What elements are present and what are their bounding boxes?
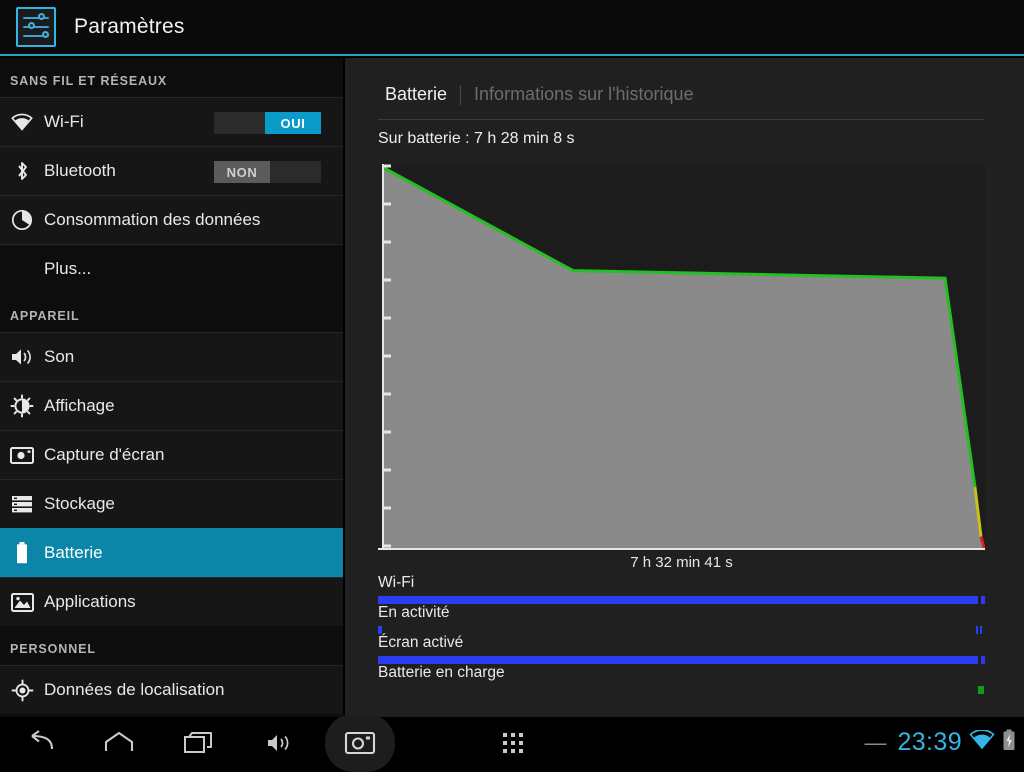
bluetooth-toggle-label: NON — [214, 161, 270, 183]
sidebar-section-personal: PERSONNEL — [10, 642, 96, 656]
sidebar-item-label: Applications — [44, 592, 136, 611]
history-track — [378, 626, 985, 634]
sidebar-item-applications[interactable]: Applications — [0, 577, 343, 626]
storage-icon — [0, 494, 44, 514]
battery-charging-icon — [1002, 729, 1016, 756]
location-icon — [0, 679, 44, 702]
recents-icon[interactable] — [170, 717, 228, 768]
status-clock[interactable]: 23:39 — [897, 728, 962, 757]
wifi-toggle[interactable]: OUI — [214, 112, 321, 134]
sidebar-item-display[interactable]: Affichage — [0, 381, 343, 430]
history-segment — [981, 656, 985, 664]
history-row-label: Wi-Fi — [378, 574, 415, 591]
bluetooth-toggle[interactable]: NON — [214, 161, 321, 183]
history-track — [378, 596, 985, 604]
apps-image-icon — [0, 592, 44, 613]
sidebar-item-sound[interactable]: Son — [0, 332, 343, 381]
sidebar-item-more[interactable]: Plus... — [0, 244, 343, 293]
history-track — [378, 686, 985, 694]
sidebar-item-label: Données de localisation — [44, 680, 225, 699]
home-icon[interactable] — [90, 717, 148, 768]
history-row-label: En activité — [378, 604, 450, 621]
history-segment — [976, 626, 979, 634]
settings-sidebar[interactable]: SANS FIL ET RÉSEAUX Wi-Fi OUI Bluetooth … — [0, 58, 343, 717]
sidebar-item-label: Batterie — [44, 543, 103, 562]
bluetooth-icon — [0, 160, 44, 182]
battery-history-chart — [378, 164, 985, 554]
screenshot-icon[interactable] — [332, 717, 388, 768]
sidebar-item-screenshot[interactable]: Capture d'écran — [0, 430, 343, 479]
on-battery-label: Sur batterie : 7 h 28 min 8 s — [378, 130, 575, 147]
battery-level-plot — [378, 164, 985, 550]
history-segment — [979, 626, 982, 634]
sidebar-section-wireless: SANS FIL ET RÉSEAUX — [10, 74, 168, 88]
history-row-running: En activité — [378, 604, 985, 634]
sidebar-item-label: Plus... — [44, 259, 92, 278]
status-dash: — — [864, 729, 887, 755]
history-row-screen-on: Écran activé — [378, 634, 985, 664]
history-row-label: Batterie en charge — [378, 664, 505, 681]
sidebar-item-label: Son — [44, 347, 75, 366]
title-bar: Paramètres — [0, 0, 1024, 56]
sidebar-item-bluetooth[interactable]: Bluetooth NON — [0, 146, 343, 195]
breadcrumb-divider — [460, 84, 462, 105]
sound-icon — [0, 347, 44, 367]
sidebar-item-label: Consommation des données — [44, 210, 261, 229]
sidebar-item-label: Wi-Fi — [44, 112, 84, 131]
volume-icon[interactable] — [252, 717, 308, 768]
wifi-icon — [969, 729, 995, 755]
history-segment — [981, 596, 985, 604]
sidebar-item-label: Bluetooth — [44, 161, 116, 180]
history-row-wifi: Wi-Fi — [378, 574, 985, 604]
apps-grid-icon[interactable] — [485, 717, 541, 768]
history-row-charging: Batterie en charge — [378, 664, 985, 694]
history-segment — [378, 626, 382, 634]
history-rows: Wi-Fi En activité Écran activé Batterie … — [378, 574, 985, 694]
sidebar-item-storage[interactable]: Stockage — [0, 479, 343, 528]
sidebar-item-data-usage[interactable]: Consommation des données — [0, 195, 343, 244]
history-segment — [977, 686, 984, 694]
status-area[interactable]: — 23:39 — [864, 717, 1016, 768]
navigation-bar[interactable]: — 23:39 — [0, 714, 1024, 772]
breadcrumb: Batterie Informations sur l'historique — [345, 58, 1024, 105]
settings-sliders-icon — [16, 7, 56, 47]
sidebar-item-wifi[interactable]: Wi-Fi OUI — [0, 97, 343, 146]
sidebar-item-label: Capture d'écran — [44, 445, 165, 464]
sidebar-item-label: Stockage — [44, 494, 115, 513]
battery-icon — [0, 541, 44, 565]
sidebar-item-location[interactable]: Données de localisation — [0, 665, 343, 714]
back-icon[interactable] — [10, 717, 68, 768]
sidebar-item-battery[interactable]: Batterie — [0, 528, 343, 577]
sidebar-section-device: APPAREIL — [10, 309, 80, 323]
history-track — [378, 656, 985, 664]
sidebar-item-label: Affichage — [44, 396, 115, 415]
wifi-icon — [0, 113, 44, 131]
camera-icon — [0, 446, 44, 465]
history-segment — [378, 656, 979, 664]
page-title: Paramètres — [74, 15, 185, 38]
chart-duration-label: 7 h 32 min 41 s — [630, 554, 733, 571]
data-usage-icon — [0, 209, 44, 231]
brightness-icon — [0, 394, 44, 418]
breadcrumb-current[interactable]: Batterie — [385, 84, 447, 105]
history-segment — [378, 596, 979, 604]
breadcrumb-next[interactable]: Informations sur l'historique — [474, 84, 694, 105]
history-row-label: Écran activé — [378, 634, 464, 651]
wifi-toggle-label: OUI — [265, 112, 321, 134]
